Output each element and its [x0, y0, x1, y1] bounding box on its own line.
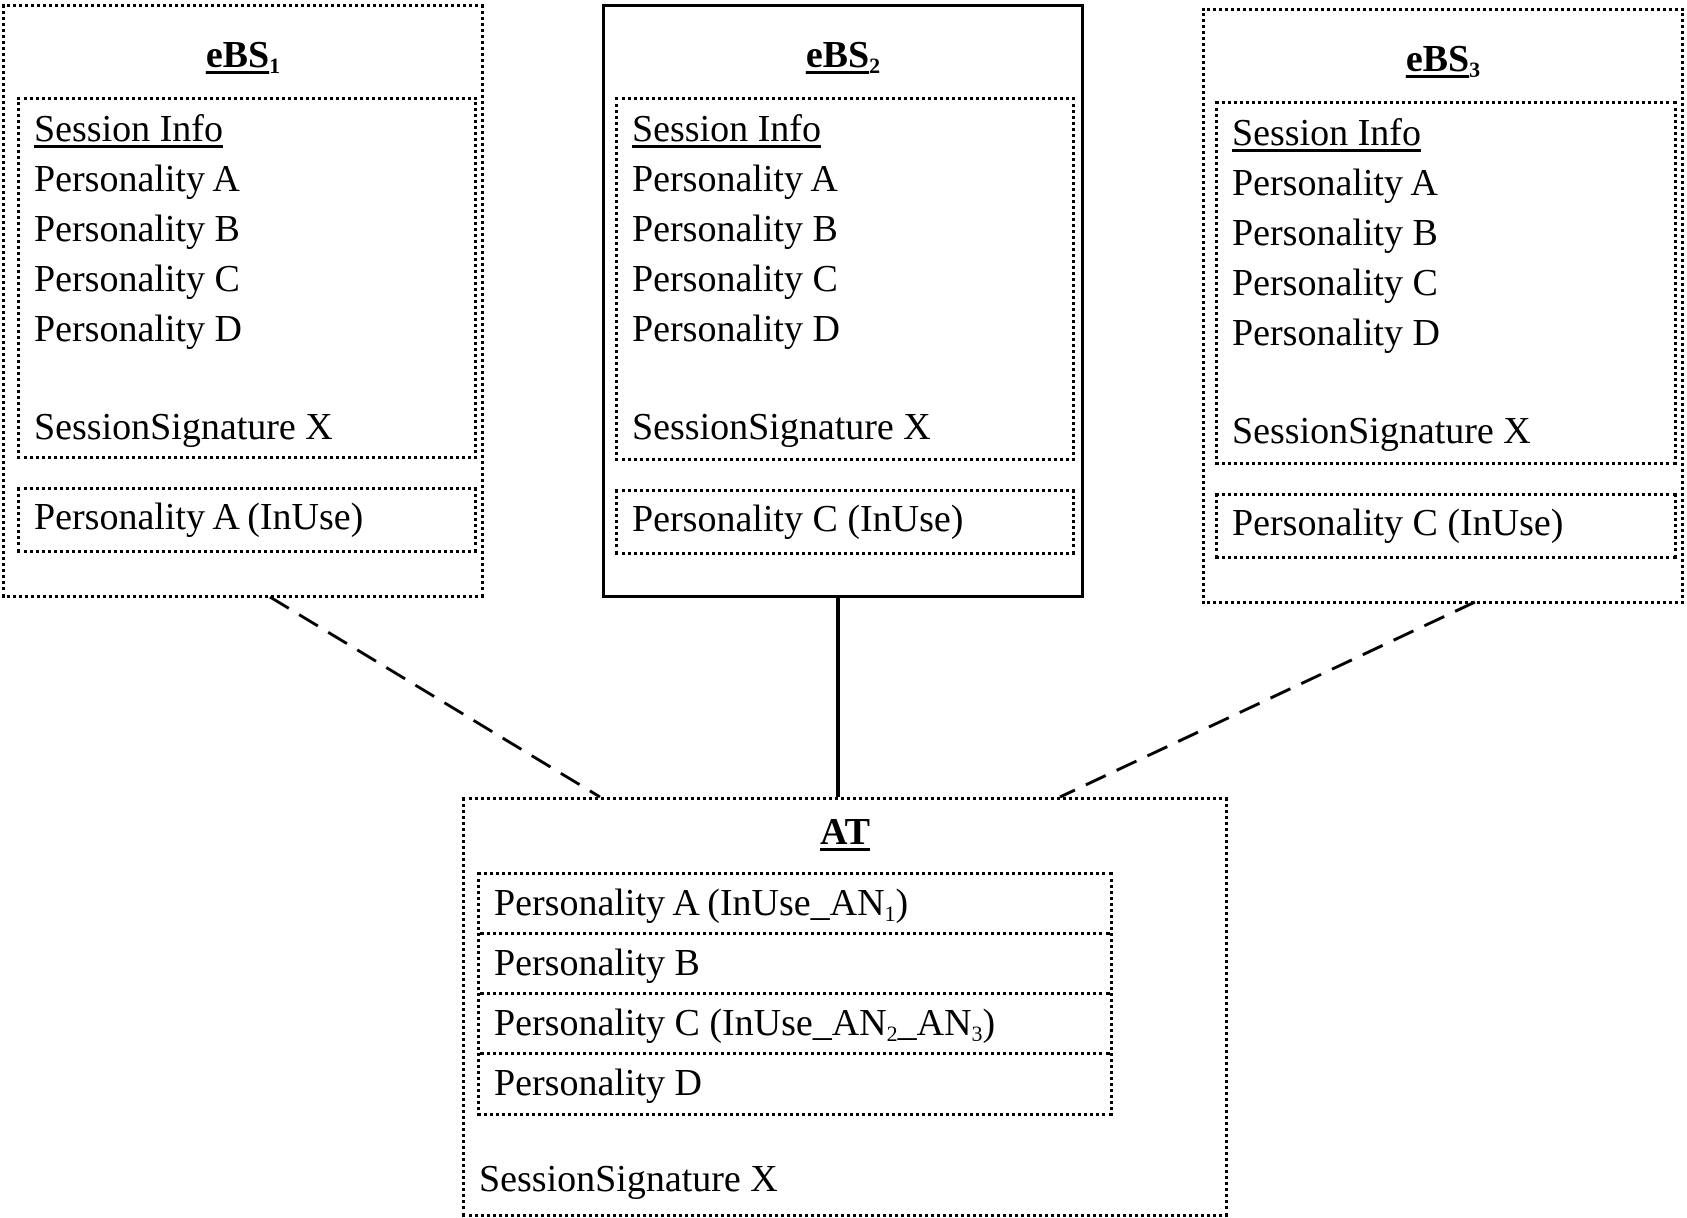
- in-use-personality: Personality C (InUse): [1232, 502, 1564, 544]
- personality-item: Personality C: [34, 258, 240, 300]
- personality-item: Personality C: [1232, 262, 1438, 304]
- session-info-heading: Session Info: [34, 108, 223, 150]
- personality-table: Personality A (InUse_AN1) Personality B …: [477, 872, 1113, 1116]
- session-signature: SessionSignature X: [479, 1158, 778, 1200]
- personality-row: Personality D: [494, 1062, 702, 1104]
- session-info-panel: Session Info Personality A Personality B…: [615, 97, 1075, 461]
- link-ebs1-at: [269, 595, 601, 799]
- session-signature: SessionSignature X: [34, 406, 333, 448]
- station-ebs1: eBS1 Session Info Personality A Personal…: [2, 4, 484, 598]
- session-signature: SessionSignature X: [632, 406, 931, 448]
- in-use-personality: Personality A (InUse): [34, 496, 364, 538]
- in-use-panel: Personality A (InUse): [17, 487, 477, 553]
- personality-item: Personality B: [34, 208, 240, 250]
- station-title: eBS3: [1405, 38, 1481, 82]
- personality-item: Personality D: [632, 308, 840, 350]
- personality-item: Personality D: [1232, 312, 1440, 354]
- terminal-title: AT: [820, 811, 870, 853]
- session-info-panel: Session Info Personality A Personality B…: [1215, 101, 1677, 465]
- in-use-personality: Personality C (InUse): [632, 498, 964, 540]
- session-info-heading: Session Info: [1232, 112, 1421, 154]
- personality-row: Personality C (InUse_AN2_AN3): [480, 995, 1110, 1055]
- station-title: eBS2: [805, 34, 881, 78]
- station-title: eBS1: [205, 34, 281, 78]
- personality-row: Personality A (InUse_AN1): [480, 875, 1110, 935]
- station-ebs2: eBS2 Session Info Personality A Personal…: [602, 4, 1084, 598]
- personality-item: Personality C: [632, 258, 838, 300]
- session-info-heading: Session Info: [632, 108, 821, 150]
- session-signature: SessionSignature X: [1232, 410, 1531, 452]
- personality-item: Personality D: [34, 308, 242, 350]
- personality-item: Personality B: [1232, 212, 1438, 254]
- personality-row: Personality B: [480, 935, 1110, 995]
- personality-item: Personality A: [632, 158, 838, 200]
- personality-item: Personality B: [632, 208, 838, 250]
- link-ebs3-at: [1059, 600, 1476, 799]
- session-info-panel: Session Info Personality A Personality B…: [17, 97, 477, 459]
- personality-item: Personality A: [1232, 162, 1438, 204]
- in-use-panel: Personality C (InUse): [615, 489, 1075, 555]
- access-terminal-at: AT Personality A (InUse_AN1) Personality…: [462, 797, 1228, 1217]
- in-use-panel: Personality C (InUse): [1215, 493, 1677, 559]
- station-ebs3: eBS3 Session Info Personality A Personal…: [1202, 8, 1684, 604]
- personality-item: Personality A: [34, 158, 240, 200]
